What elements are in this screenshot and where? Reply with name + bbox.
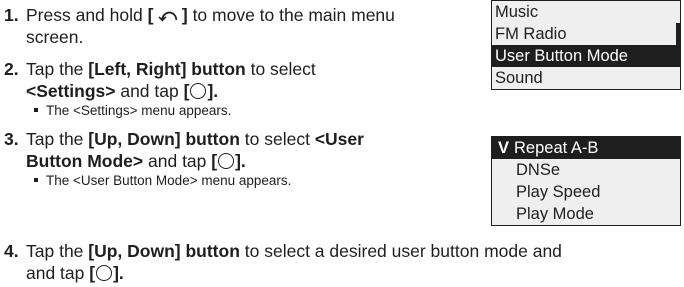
step-text-part: and tap [115, 81, 184, 101]
step-text-part: to move to the main menu [187, 5, 395, 25]
step-text: Tap the [Up, Down] button to select <Use… [26, 128, 364, 172]
step-3-note: The <User Button Mode> menu appears. [34, 173, 291, 189]
step-text-part: Tap the [26, 129, 89, 149]
step-text: Press and hold [ ⤺ ] to move to the main… [26, 4, 395, 48]
button-name: [Up, Down] button [88, 129, 240, 149]
main-menu-screen: Music FM Radio User Button Mode Sound [491, 0, 681, 90]
step-text: Tap the [Left, Right] button to select <… [26, 58, 316, 102]
step-text-part: to select [239, 129, 315, 149]
back-arrow-icon: [ ⤺ ] [147, 5, 188, 25]
step-text-part: to select [245, 59, 316, 79]
menu-name: <Settings> [26, 81, 116, 101]
menu-item-repeat-a-b[interactable]: V Repeat A-B [492, 137, 680, 159]
menu-item-play-mode[interactable]: Play Mode [492, 203, 680, 225]
scrollbar-thumb [676, 23, 680, 45]
menu-item-label: Repeat A-B [514, 139, 599, 157]
step-text-part: and tap [26, 263, 90, 283]
user-button-mode-screen: V Repeat A-B DNSe Play Speed Play Mode [491, 136, 681, 226]
step-text-part: screen. [26, 27, 84, 47]
bracket: ]. [235, 151, 246, 171]
circle-button-icon [218, 153, 235, 169]
step-text-part: and tap [143, 151, 212, 171]
step-number: 1. [4, 5, 19, 25]
button-name: [Up, Down] button [88, 241, 240, 261]
check-icon: V [498, 139, 510, 157]
step-2-note: The <Settings> menu appears. [34, 103, 231, 119]
step-text-part: Press and hold [26, 5, 148, 25]
bullet-icon [34, 178, 38, 183]
menu-item-music[interactable]: Music [492, 1, 680, 23]
bracket: ]. [207, 81, 219, 101]
step-number: 2. [4, 59, 19, 79]
step-text-part: Tap the [26, 59, 89, 79]
menu-name: <User [314, 129, 364, 149]
step-number: 3. [4, 129, 19, 149]
bracket: ]. [113, 263, 124, 283]
menu-item-sound[interactable]: Sound [492, 67, 680, 89]
circle-button-icon [190, 83, 207, 99]
bracket: [ [89, 263, 96, 283]
menu-item-fm-radio[interactable]: FM Radio [492, 23, 680, 45]
note-text: The <User Button Mode> menu appears. [46, 173, 292, 188]
menu-item-user-button-mode[interactable]: User Button Mode [492, 45, 680, 67]
step-number: 4. [4, 241, 19, 261]
bullet-icon [34, 108, 38, 113]
circle-button-icon [96, 265, 113, 281]
button-name: [Left, Right] button [88, 59, 246, 79]
step-text-part: Tap the [26, 241, 89, 261]
note-text: The <Settings> menu appears. [46, 103, 232, 118]
menu-name: Button Mode> [26, 151, 144, 171]
bracket: [ [211, 151, 218, 171]
step-text: Tap the [Up, Down] button to select a de… [26, 240, 562, 284]
bracket: [ [183, 81, 190, 101]
menu-item-play-speed[interactable]: Play Speed [492, 181, 680, 203]
step-text-part: to select a desired user button mode and [239, 241, 562, 261]
menu-item-dnse[interactable]: DNSe [492, 159, 680, 181]
